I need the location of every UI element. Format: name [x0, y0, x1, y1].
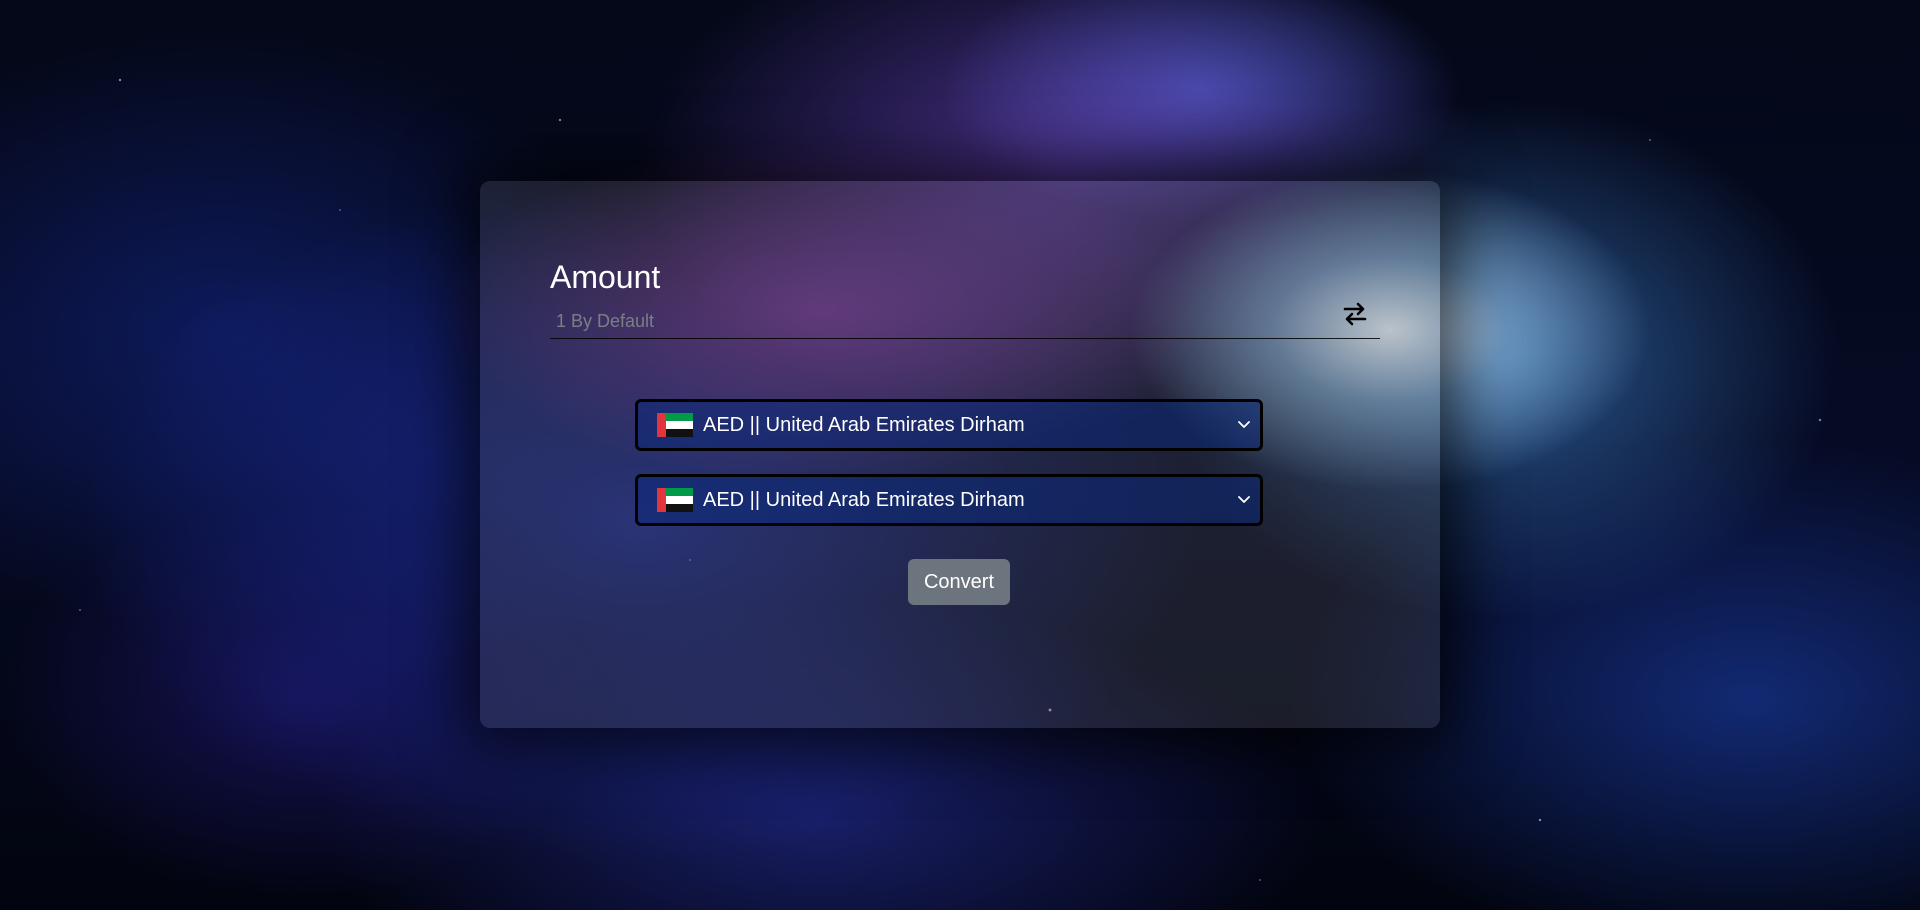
- from-currency-select[interactable]: AED || United Arab Emirates Dirham: [635, 399, 1263, 451]
- chevron-down-icon: [1234, 496, 1254, 504]
- to-currency-select[interactable]: AED || United Arab Emirates Dirham: [635, 474, 1263, 526]
- uae-flag-icon: [657, 488, 693, 512]
- amount-label: Amount: [550, 259, 661, 295]
- swap-arrows-icon[interactable]: [1340, 299, 1370, 329]
- to-currency-value: AED || United Arab Emirates Dirham: [703, 488, 1025, 511]
- converter-card: Amount AED || United Arab Emirates Dirha…: [480, 181, 1440, 728]
- from-currency-value: AED || United Arab Emirates Dirham: [703, 413, 1025, 436]
- chevron-down-icon: [1234, 421, 1254, 429]
- amount-input[interactable]: [550, 305, 1380, 339]
- convert-button[interactable]: Convert: [908, 559, 1010, 605]
- uae-flag-icon: [657, 413, 693, 437]
